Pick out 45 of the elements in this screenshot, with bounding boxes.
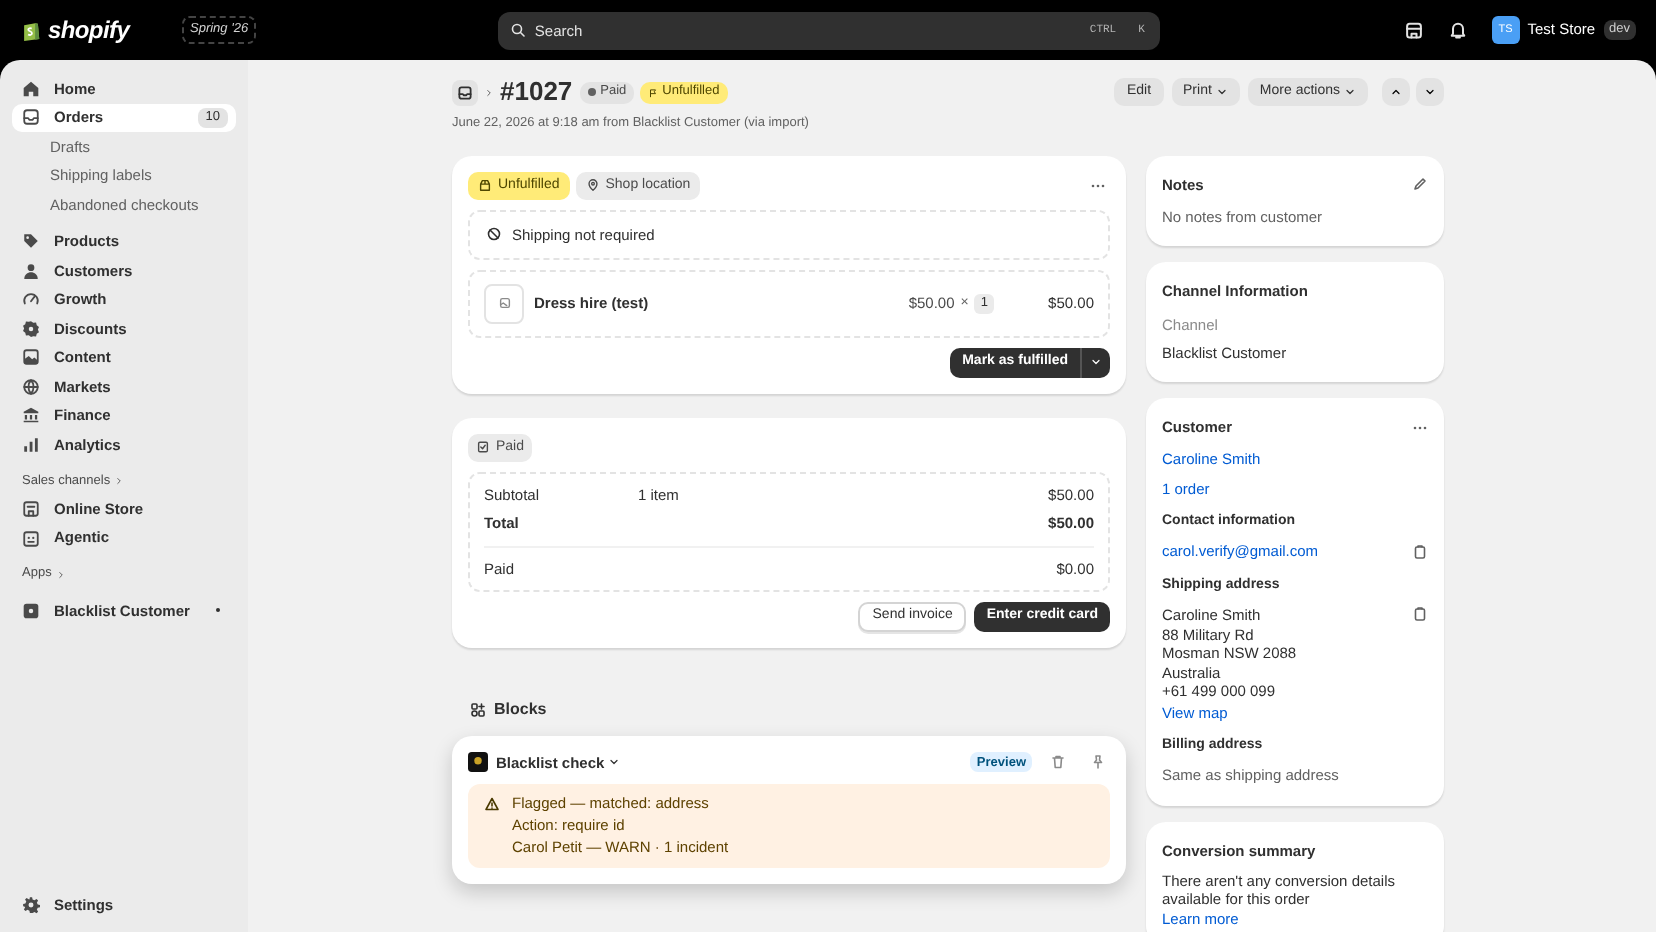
- tag-icon: [22, 232, 40, 251]
- store-icon[interactable]: [1403, 20, 1424, 40]
- chevron-right-icon: [55, 569, 66, 580]
- gauge-icon: [22, 290, 40, 309]
- chevron-up-icon: [1390, 86, 1402, 98]
- person-icon: [22, 261, 40, 280]
- pencil-icon[interactable]: [1412, 176, 1428, 193]
- box-icon: [478, 178, 492, 193]
- inbox-icon[interactable]: [452, 79, 478, 105]
- bell-icon[interactable]: [1447, 20, 1468, 40]
- inbox-icon: [22, 108, 40, 127]
- caret-icon: [608, 756, 621, 769]
- house-icon: [22, 79, 40, 98]
- caret-icon: [1344, 86, 1356, 98]
- chevron-right-icon: [484, 87, 494, 97]
- app-icon: [468, 752, 488, 773]
- robot-icon: [22, 529, 40, 547]
- gear-icon: [22, 896, 40, 915]
- clipboard-icon[interactable]: [1412, 543, 1428, 560]
- bank-icon: [22, 406, 40, 425]
- location-pin-icon: [585, 178, 600, 193]
- bar-chart-icon: [22, 435, 40, 454]
- app-icon: [22, 601, 40, 620]
- flag-icon: [648, 87, 659, 97]
- badge-icon: [22, 319, 40, 338]
- warning-icon: [484, 796, 500, 812]
- search-icon: [510, 22, 527, 38]
- no-entry-icon: [486, 226, 502, 243]
- blocks-icon: [470, 701, 486, 718]
- caret-icon: [1215, 86, 1228, 98]
- chevron-down-icon: [1424, 86, 1436, 98]
- caret-icon: [1090, 356, 1102, 369]
- brand-logo: shopify: [48, 14, 130, 48]
- chevron-right-icon: [114, 475, 125, 486]
- order-number: #1027: [500, 74, 573, 111]
- clipboard-icon[interactable]: [1412, 606, 1428, 622]
- section-heading: Blocks: [494, 697, 547, 722]
- shopping-bag-icon: [20, 18, 42, 42]
- checkbox-icon: [476, 440, 490, 455]
- globe-icon: [22, 377, 40, 396]
- trash-icon[interactable]: [1050, 754, 1066, 771]
- pin-icon[interactable]: [1090, 754, 1106, 771]
- image-icon: [22, 348, 40, 367]
- image-icon: [497, 296, 511, 311]
- storefront-icon: [22, 500, 40, 518]
